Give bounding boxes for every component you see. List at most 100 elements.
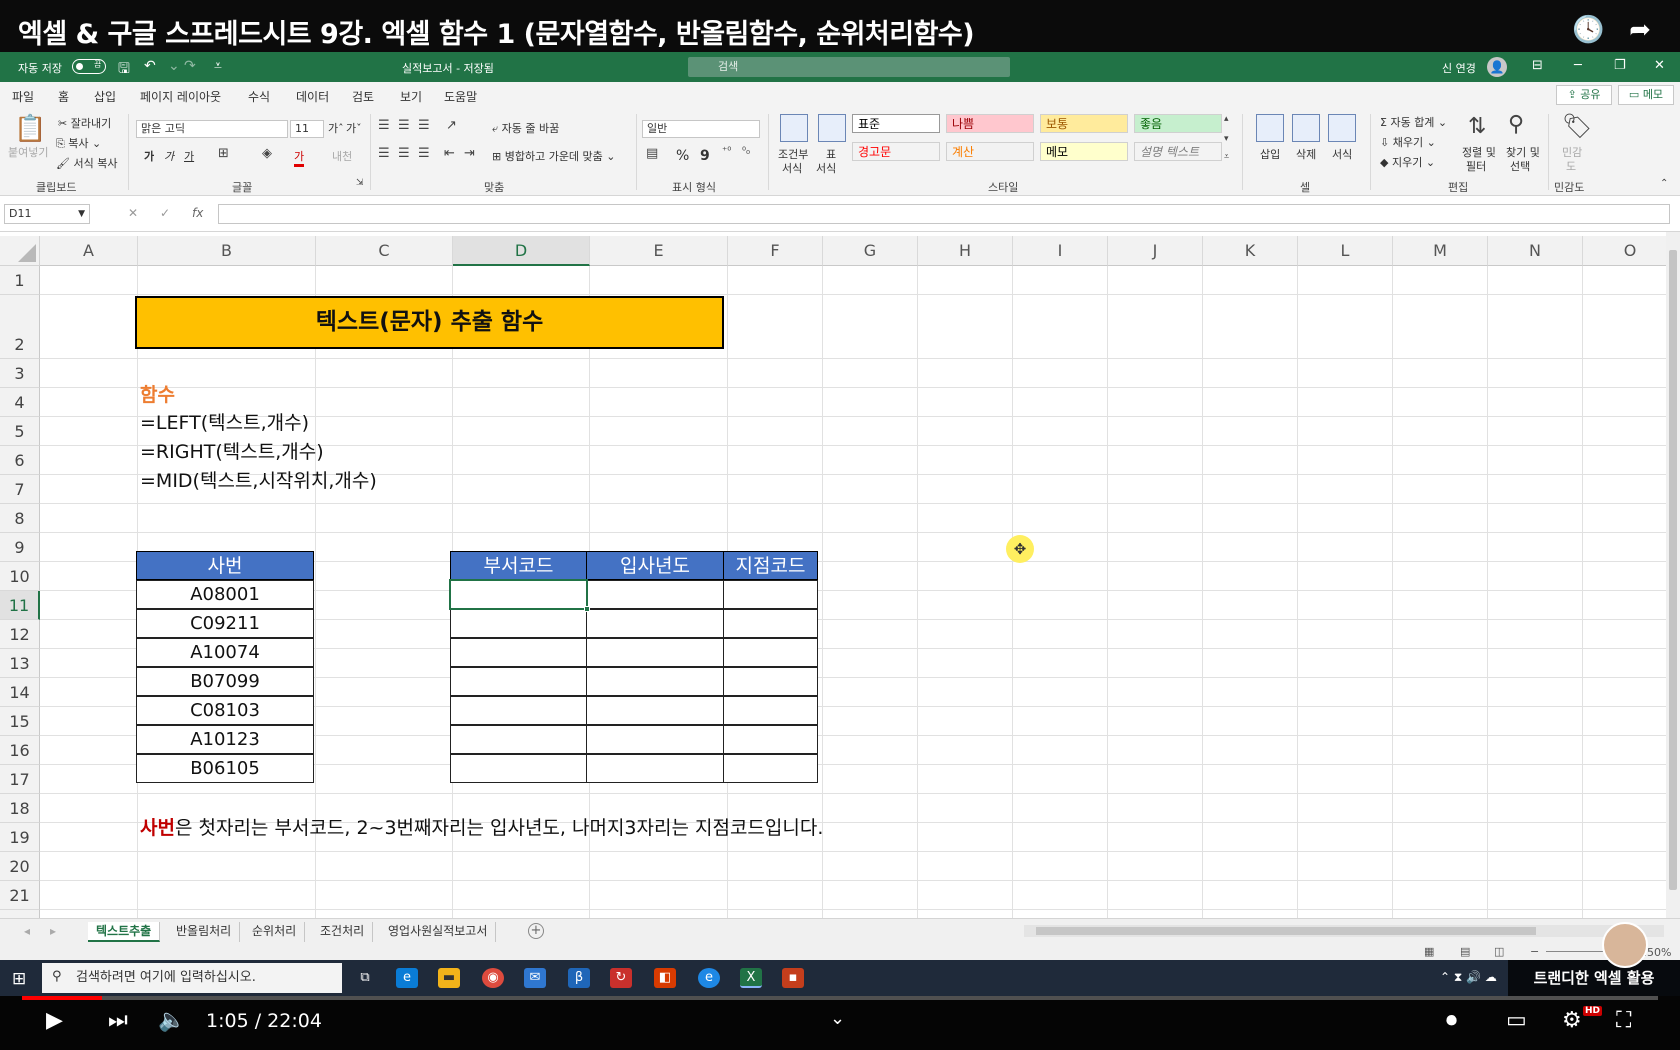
function-left[interactable]: =LEFT(텍스트,개수) [140, 408, 309, 435]
column-header-c[interactable]: C [316, 236, 453, 266]
column-header-l[interactable]: L [1298, 236, 1393, 266]
decrease-decimal-icon[interactable]: ⁰₀ [742, 146, 750, 157]
number-format-select[interactable]: 일반 [642, 120, 760, 138]
cell-style-1[interactable]: 표준 [852, 114, 940, 133]
insert-cells-icon[interactable] [1256, 114, 1284, 142]
sheet-tab-sales-report[interactable]: 영업사원실적보고서 [380, 922, 497, 942]
avatar[interactable]: 👤 [1487, 57, 1507, 77]
tab-help[interactable]: 도움말 [444, 88, 477, 105]
video-frame[interactable]: 엑셀 & 구글 스프레드시트 9강. 엑셀 함수 1 (문자열함수, 반올림함수… [0, 0, 1680, 1050]
align-top-icon[interactable]: ☰ [378, 118, 390, 133]
column-header-k[interactable]: K [1203, 236, 1298, 266]
row-header-2[interactable]: 2 [0, 295, 40, 359]
branch-code-cell[interactable] [723, 667, 818, 696]
name-box[interactable]: D11 ▼ [4, 204, 90, 224]
align-right-icon[interactable]: ☰ [418, 146, 430, 161]
dept-code-cell[interactable] [450, 609, 587, 638]
gallery-more-icon[interactable]: ⩡ [1224, 152, 1229, 162]
bold-button[interactable]: 가 [144, 148, 154, 164]
select-all-button[interactable] [0, 236, 40, 266]
note-text[interactable]: 사번은 첫자리는 부서코드, 2~3번째자리는 입사년도, 나머지3자리는 지점… [140, 813, 823, 840]
hire-year-cell[interactable] [586, 580, 724, 609]
cancel-icon[interactable]: ✕ [128, 206, 138, 220]
row-header-20[interactable]: 20 [0, 852, 40, 881]
italic-button[interactable]: 가 [164, 148, 174, 164]
dept-code-cell[interactable] [450, 667, 587, 696]
id-cell[interactable]: B06105 [136, 754, 314, 783]
progress-bar[interactable] [22, 996, 1658, 1000]
tab-file[interactable]: 파일 [12, 88, 34, 105]
phonetic-button[interactable]: 내천 [332, 148, 352, 164]
row-header-9[interactable]: 9 [0, 533, 40, 562]
user-name[interactable]: 신 연경 [1442, 60, 1476, 76]
hire-year-cell[interactable] [586, 667, 724, 696]
memo-button[interactable]: ▭ 메모 [1618, 85, 1674, 105]
hire-year-cell[interactable] [586, 696, 724, 725]
gallery-down-icon[interactable]: ▾ [1224, 134, 1229, 144]
tab-page-layout[interactable]: 페이지 레이아웃 [140, 88, 221, 105]
align-middle-icon[interactable]: ☰ [398, 118, 410, 133]
zoom-out-icon[interactable]: − [1530, 945, 1539, 958]
chrome-icon[interactable]: ◉ [482, 968, 504, 988]
formula-input[interactable] [218, 204, 1670, 224]
hire-year-cell[interactable] [586, 609, 724, 638]
powerpoint-icon[interactable]: ▪ [782, 968, 804, 988]
borders-icon[interactable]: ⊞ [218, 146, 229, 161]
function-mid[interactable]: =MID(텍스트,시작위치,개수) [140, 466, 377, 493]
id-cell[interactable]: A10123 [136, 725, 314, 754]
customize-qat-icon[interactable]: ⩡ [214, 58, 222, 74]
task-view-icon[interactable]: ⧉ [354, 968, 376, 988]
function-right[interactable]: =RIGHT(텍스트,개수) [140, 437, 324, 464]
sheet-title-cell[interactable]: 텍스트(문자) 추출 함수 [135, 296, 724, 349]
accounting-format-icon[interactable]: ▤ [646, 146, 658, 161]
dept-code-cell[interactable] [450, 754, 587, 783]
dept-code-cell[interactable] [450, 638, 587, 667]
font-size-select[interactable]: 11 [290, 120, 324, 138]
column-header-i[interactable]: I [1013, 236, 1108, 266]
font-name-select[interactable]: 맑은 고딕 [136, 120, 288, 138]
hire-year-cell[interactable] [586, 754, 724, 783]
find-select-icon[interactable]: ⚲ [1508, 112, 1524, 137]
functions-heading[interactable]: 함수 [140, 380, 175, 407]
id-cell[interactable]: C09211 [136, 609, 314, 638]
search-input[interactable]: 검색 [688, 57, 1010, 77]
page-break-view-icon[interactable]: ◫ [1494, 945, 1504, 958]
column-header-j[interactable]: J [1108, 236, 1203, 266]
id-cell[interactable]: C08103 [136, 696, 314, 725]
cell-style-5[interactable]: 경고문 [852, 142, 940, 161]
column-header-f[interactable]: F [728, 236, 823, 266]
align-center-icon[interactable]: ☰ [398, 146, 410, 161]
gallery-up-icon[interactable]: ▴ [1224, 114, 1229, 124]
format-painter-button[interactable]: 🖌 서식 복사 [56, 155, 117, 171]
result-header-year[interactable]: 입사년도 [586, 551, 724, 580]
tab-home[interactable]: 홈 [58, 88, 70, 110]
id-table-header[interactable]: 사번 [136, 551, 314, 580]
row-header-10[interactable]: 10 [0, 562, 40, 591]
column-header-g[interactable]: G [823, 236, 918, 266]
row-header-1[interactable]: 1 [0, 266, 40, 295]
edge-icon[interactable]: e [396, 968, 418, 988]
horizontal-scroll-thumb[interactable] [1036, 927, 1536, 935]
hire-year-cell[interactable] [586, 725, 724, 754]
close-icon[interactable]: ✕ [1654, 58, 1665, 73]
minimize-icon[interactable]: ─ [1574, 58, 1582, 73]
page-layout-view-icon[interactable]: ▤ [1460, 945, 1470, 958]
grow-font-button[interactable]: 가ˆ [328, 120, 344, 136]
mail-icon[interactable]: ✉ [524, 968, 546, 988]
column-header-d[interactable]: D [453, 236, 590, 266]
percent-style-button[interactable]: % [676, 148, 689, 164]
tab-review[interactable]: 검토 [352, 88, 374, 105]
cell-style-7[interactable]: 메모 [1040, 142, 1128, 161]
sheet-tab-text-extract[interactable]: 텍스트추출 [88, 922, 161, 942]
share-button[interactable]: ⇪ 공유 [1556, 85, 1612, 105]
row-header-12[interactable]: 12 [0, 620, 40, 649]
insert-cells-button[interactable]: 삽입 [1260, 146, 1280, 162]
row-header-11[interactable]: 11 [0, 591, 40, 620]
enter-icon[interactable]: ✓ [160, 206, 170, 220]
tab-data[interactable]: 데이터 [296, 88, 329, 105]
row-header-8[interactable]: 8 [0, 504, 40, 533]
row-header-17[interactable]: 17 [0, 765, 40, 794]
chevron-down-icon[interactable]: ⌄ [830, 1008, 845, 1029]
hire-year-cell[interactable] [586, 638, 724, 667]
branch-code-cell[interactable] [723, 754, 818, 783]
